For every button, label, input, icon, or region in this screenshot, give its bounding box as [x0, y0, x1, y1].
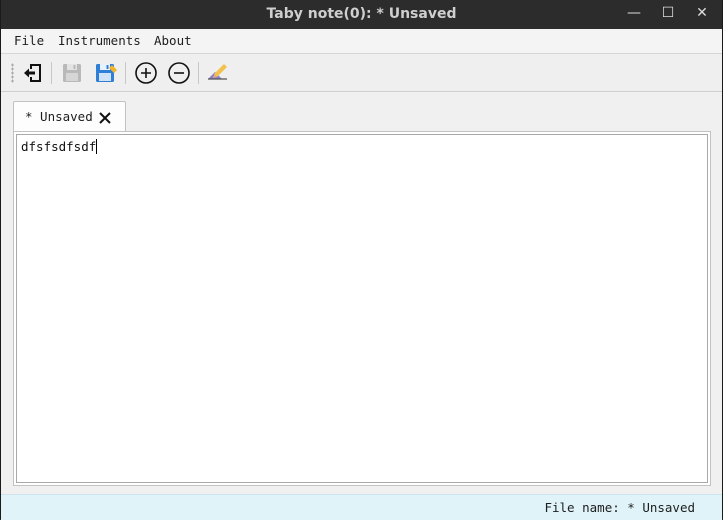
- clear-button[interactable]: [205, 60, 231, 86]
- menu-instruments[interactable]: Instruments: [58, 29, 141, 53]
- close-icon: [99, 112, 111, 124]
- save-as-button[interactable]: [93, 60, 119, 86]
- plus-circle-icon: [135, 62, 157, 84]
- toolbar-separator: [51, 62, 52, 84]
- tab-close-button[interactable]: [98, 110, 112, 124]
- exit-door-arrow-icon: [24, 64, 41, 82]
- toolbar: [1, 54, 722, 92]
- text-editor[interactable]: dfsfsdfsdf: [16, 134, 708, 483]
- toolbar-separator: [198, 62, 199, 84]
- minus-circle-icon: [168, 62, 190, 84]
- floppy-disabled-icon: [63, 64, 81, 82]
- toolbar-grip[interactable]: [11, 63, 14, 83]
- resize-grip[interactable]: [700, 495, 722, 520]
- zoom-in-button[interactable]: [133, 60, 159, 86]
- text-caret: [96, 139, 98, 154]
- app-window: Taby note(0): * Unsaved — ☐ ✕ File Instr…: [0, 0, 723, 520]
- minimize-button[interactable]: —: [617, 0, 651, 29]
- tab-label: * Unsaved: [25, 109, 93, 124]
- status-bar: File name: * Unsaved: [1, 494, 722, 520]
- close-icon: ✕: [696, 5, 708, 21]
- minimize-icon: —: [627, 5, 641, 21]
- close-window-button[interactable]: ✕: [685, 0, 719, 29]
- tab-unsaved[interactable]: * Unsaved: [13, 101, 126, 132]
- zoom-out-button[interactable]: [166, 60, 192, 86]
- tab-content-panel: dfsfsdfsdf: [13, 131, 711, 486]
- status-file-name: File name: * Unsaved: [544, 500, 695, 515]
- title-bar[interactable]: Taby note(0): * Unsaved — ☐ ✕: [1, 0, 722, 29]
- toolbar-separator: [125, 62, 126, 84]
- floppy-blue-icon: [96, 64, 117, 82]
- menu-file[interactable]: File: [14, 29, 44, 53]
- menu-about[interactable]: About: [154, 29, 192, 53]
- menu-bar: File Instruments About: [1, 29, 722, 54]
- save-button[interactable]: [59, 60, 85, 86]
- maximize-icon: ☐: [661, 5, 675, 21]
- open-button[interactable]: [21, 60, 47, 86]
- editor-text: dfsfsdfsdf: [21, 139, 97, 154]
- maximize-button[interactable]: ☐: [651, 0, 685, 29]
- eraser-pencil-icon: [208, 64, 227, 80]
- window-title: Taby note(0): * Unsaved: [266, 6, 457, 22]
